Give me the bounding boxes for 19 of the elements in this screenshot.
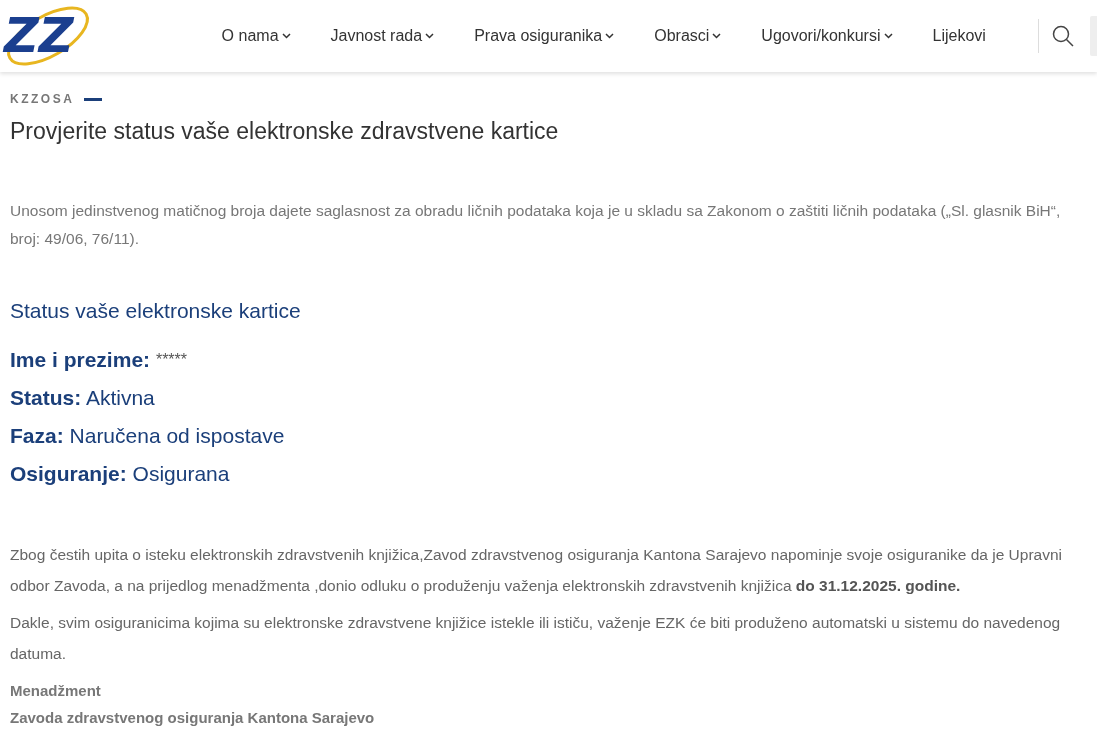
status-field: Ime i prezime: *****	[10, 341, 1087, 379]
page-title: Provjerite status vaše elektronske zdravstvene kartice	[10, 118, 560, 145]
notice-paragraph: Zbog čestih upita o isteku elektronskih zdravstvenih knjižica,Zavod zdravstvenog osiguranja Kantona Sarajevo napominje svoje osiguranike da je Upravni odbor Zavoda, a na prijedlog menadžmenta ,donio odluku o produženju važenja elektronskih zdravstvenih knjižica do 31.12.2025. godine.	[10, 545, 1063, 596]
nav-link[interactable]: Obrasci	[654, 27, 742, 45]
status-field: Osiguranje: Osigurana	[10, 455, 1087, 493]
nav-link[interactable]: Javnost rada	[330, 27, 455, 45]
notice-paragraph: Dakle, svim osiguranicima kojima su elektronske zdravstvene knjižice istekle ili ističu, važenje EZK će biti produženo automatski u sistemu do navedenog datuma.	[10, 613, 1062, 664]
nav-link[interactable]: Prava osiguranika	[474, 27, 635, 45]
status-field: Faza: Naručena od ispostave	[10, 417, 1087, 455]
consent-text: Unosom jedinstvenog matičnog broja dajete saglasnost za obradu ličnih podataka koja je u skladu sa Zakonom o zaštiti ličnih podataka („Sl. glasnik BiH“, broj: 49/06, 76/11).	[10, 201, 1062, 249]
nav-link[interactable]: O nama	[221, 27, 311, 45]
signature-line: Menadžment	[10, 681, 102, 701]
signature-line: Zavoda zdravstvenog osiguranja Kantona Sarajevo	[10, 708, 376, 728]
breadcrumb-label: KZZOSA	[10, 92, 75, 106]
section-heading: Status vaše elektronske kartice	[10, 299, 302, 323]
status-field: Status: Aktivna	[10, 379, 1087, 417]
search-button[interactable]	[1052, 25, 1075, 47]
nav-link[interactable]: Lijekovi	[932, 27, 1006, 45]
nav-link[interactable]: Ugovori/konkursi	[761, 27, 913, 45]
